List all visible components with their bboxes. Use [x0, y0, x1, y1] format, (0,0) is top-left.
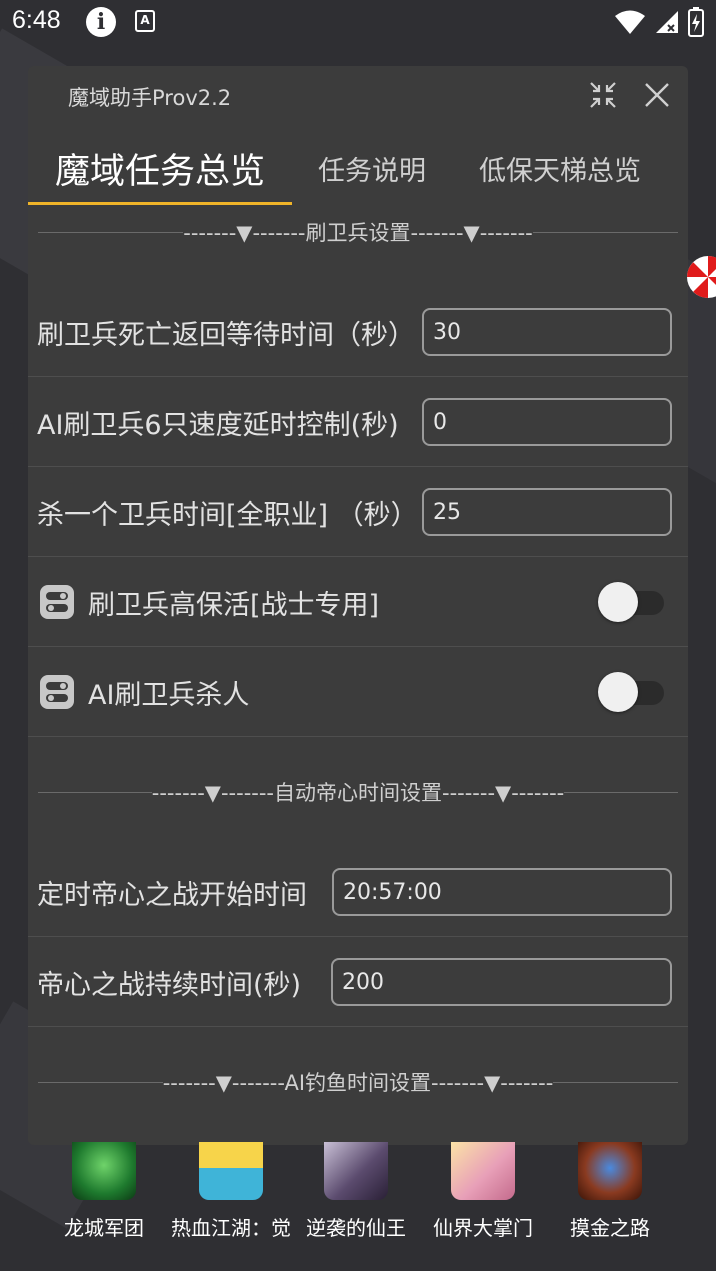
keyboard-a-icon: A — [135, 10, 155, 32]
game-item[interactable]: 摸金之路 — [545, 1142, 675, 1241]
game-name: 仙界大掌门 — [433, 1216, 533, 1240]
game-list: 龙城军团 热血江湖：觉 逆袭的仙王 仙界大掌门 摸金之路 — [0, 1142, 716, 1242]
toggle-settings-icon — [40, 585, 74, 619]
collapse-arrows-icon — [590, 82, 616, 108]
game-name: 摸金之路 — [570, 1216, 650, 1240]
active-tab-indicator — [28, 202, 292, 205]
field-label: AI刷卫兵6只速度延时控制(秒) — [37, 409, 399, 441]
toggle-row-ai-kill[interactable]: AI刷卫兵杀人 — [28, 647, 688, 737]
assistant-panel: 魔域助手Prov2.2 魔域任务总览 任务说明 低保天梯总览 -------▼-… — [28, 66, 688, 1145]
setting-row: AI刷卫兵6只速度延时控制(秒) — [28, 377, 688, 467]
game-item[interactable]: 仙界大掌门 — [418, 1142, 548, 1241]
section-title: -------▼-------刷卫兵设置-------▼------- — [183, 221, 533, 245]
section-header-fishing: -------▼-------AI钓鱼时间设置-------▼------- — [38, 1062, 679, 1102]
setting-row: 杀一个卫兵时间[全职业] （秒） — [28, 467, 688, 557]
status-bar: 6:48 i A — [0, 0, 716, 44]
signal-icon — [656, 11, 678, 33]
tab-task-overview[interactable]: 魔域任务总览 — [28, 132, 292, 204]
wifi-icon — [615, 10, 645, 34]
settings-list[interactable]: -------▼-------刷卫兵设置-------▼------- 刷卫兵死… — [28, 206, 688, 1145]
death-wait-input[interactable] — [422, 308, 672, 356]
ai-kill-switch[interactable] — [598, 672, 666, 712]
field-label: 杀一个卫兵时间[全职业] （秒） — [37, 499, 418, 531]
setting-row: 刷卫兵死亡返回等待时间（秒） — [28, 287, 688, 377]
game-icon — [451, 1142, 515, 1200]
game-icon — [324, 1142, 388, 1200]
tab-task-description[interactable]: 任务说明 — [298, 132, 446, 204]
field-label: 刷卫兵死亡返回等待时间（秒） — [37, 319, 415, 351]
tab-bar: 魔域任务总览 任务说明 低保天梯总览 — [28, 132, 688, 204]
game-name: 逆袭的仙王 — [306, 1216, 406, 1240]
game-icon — [72, 1142, 136, 1200]
toggle-settings-icon — [40, 675, 74, 709]
setting-row: 定时帝心之战开始时间 — [28, 847, 688, 937]
tab-ladder-overview[interactable]: 低保天梯总览 — [464, 132, 656, 204]
setting-row: 帝心之战持续时间(秒) — [28, 937, 688, 1027]
high-survival-switch[interactable] — [598, 582, 666, 622]
game-icon — [199, 1142, 263, 1200]
toggle-row-high-survival[interactable]: 刷卫兵高保活[战士专用] — [28, 557, 688, 647]
game-icon — [578, 1142, 642, 1200]
game-name: 热血江湖：觉 — [171, 1216, 291, 1240]
close-button[interactable] — [638, 78, 676, 112]
emperor-start-time-input[interactable] — [332, 868, 672, 916]
field-label: 定时帝心之战开始时间 — [37, 879, 307, 911]
game-item[interactable]: 龙城军团 — [39, 1142, 169, 1241]
kill-time-input[interactable] — [422, 488, 672, 536]
section-title: -------▼-------自动帝心时间设置-------▼------- — [151, 781, 565, 805]
game-name: 龙城军团 — [64, 1216, 144, 1240]
section-title: -------▼-------AI钓鱼时间设置-------▼------- — [162, 1071, 554, 1095]
section-header-guard: -------▼-------刷卫兵设置-------▼------- — [38, 212, 679, 252]
ai-speed-delay-input[interactable] — [422, 398, 672, 446]
game-item[interactable]: 热血江湖：觉 — [166, 1142, 296, 1241]
battery-icon — [688, 7, 704, 37]
floating-umbrella-icon[interactable] — [686, 255, 716, 299]
status-time: 6:48 — [12, 6, 61, 34]
field-label: 帝心之战持续时间(秒) — [37, 969, 302, 1001]
emperor-duration-input[interactable] — [331, 958, 672, 1006]
status-icons — [614, 6, 704, 38]
game-item[interactable]: 逆袭的仙王 — [291, 1142, 421, 1241]
toggle-label: AI刷卫兵杀人 — [88, 679, 250, 711]
minimize-button[interactable] — [584, 78, 622, 112]
panel-title: 魔域助手Prov2.2 — [68, 86, 232, 110]
section-header-emperor: -------▼-------自动帝心时间设置-------▼------- — [38, 772, 679, 812]
toggle-label: 刷卫兵高保活[战士专用] — [88, 589, 380, 621]
info-icon: i — [86, 7, 116, 37]
close-icon — [645, 83, 669, 107]
